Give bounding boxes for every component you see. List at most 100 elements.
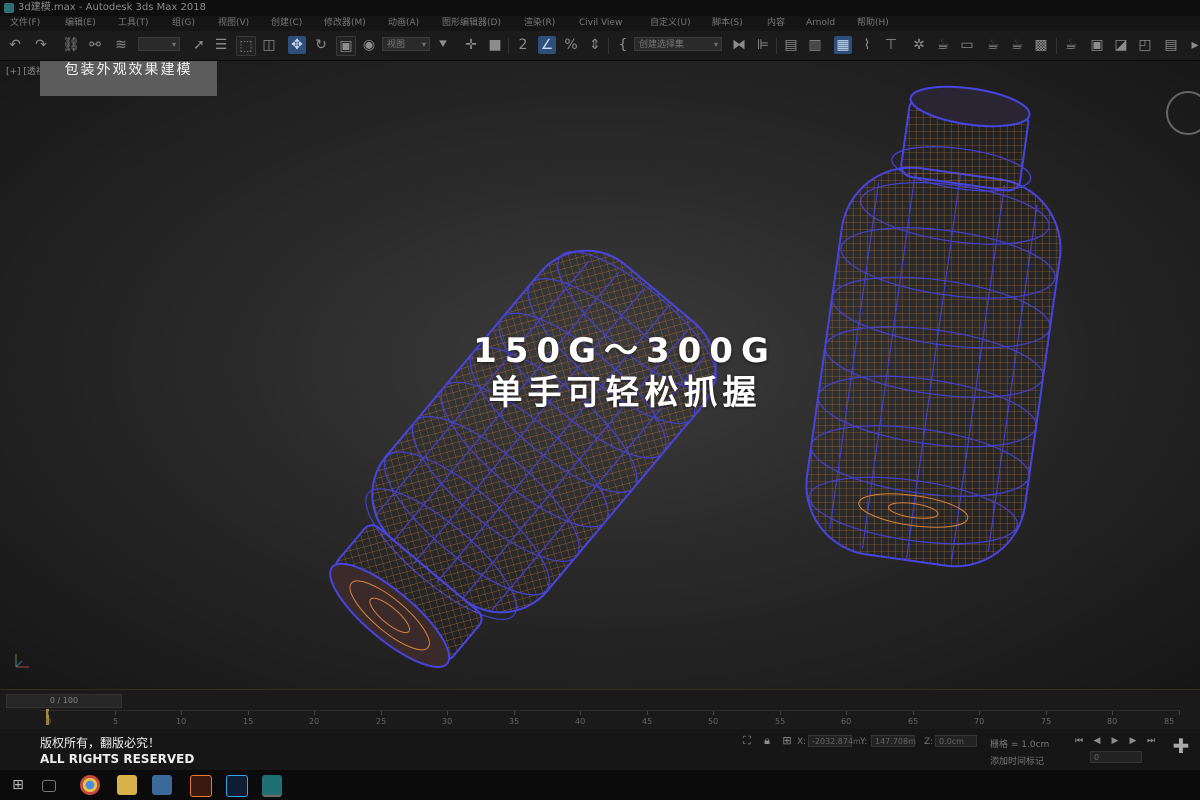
y-coordinate-field[interactable]: 147.708m xyxy=(871,735,916,747)
toggle-layer-explorer-icon[interactable]: ▥ xyxy=(806,36,824,54)
undo-icon[interactable]: ↶ xyxy=(6,36,24,54)
select-object-icon[interactable]: ➚ xyxy=(190,36,208,54)
windows-taskbar: ⊞ xyxy=(0,770,1200,800)
status-bar: 版权所有，翻版必究！ ALL RIGHTS RESERVED ⛶ 🔒︎ ⊞ X:… xyxy=(0,729,1200,770)
illustrator-icon[interactable] xyxy=(190,775,212,797)
rectangular-selection-icon[interactable]: ⬚ xyxy=(236,36,256,56)
tick-label: 50 xyxy=(708,717,719,726)
toggle-ribbon-icon[interactable]: ▦ xyxy=(834,36,852,54)
3dsmax-icon[interactable] xyxy=(262,775,282,797)
time-slider[interactable]: 0 / 100 xyxy=(6,694,122,708)
more-tools-icon[interactable]: ▸ xyxy=(1186,36,1200,54)
menu-tools[interactable]: 工具(T) xyxy=(118,16,149,31)
render-production-icon[interactable]: ☕ xyxy=(984,36,1002,54)
play-icon[interactable]: ▶ xyxy=(1106,732,1124,750)
workspace-icon[interactable]: ▤ xyxy=(1162,36,1180,54)
arnold-render-icon[interactable]: ☕ xyxy=(1062,36,1080,54)
pivot-center-icon[interactable]: ⯆ xyxy=(434,36,452,54)
menu-views[interactable]: 视图(V) xyxy=(218,16,249,31)
tick-label: 55 xyxy=(775,717,786,726)
menu-customize[interactable]: 自定义(U) xyxy=(650,16,691,31)
menu-bar: 文件(F) 编辑(E) 工具(T) 组(G) 视图(V) 创建(C) 修改器(M… xyxy=(0,16,1200,31)
copyright-notice: 版权所有，翻版必究！ ALL RIGHTS RESERVED xyxy=(40,735,194,767)
select-move-icon[interactable]: ✥ xyxy=(288,36,306,54)
spinner-snap-icon[interactable]: ⇕ xyxy=(586,36,604,54)
tick-label: 15 xyxy=(243,717,254,726)
window-crossing-icon[interactable]: ◫ xyxy=(260,36,278,54)
menu-civil-view[interactable]: Civil View xyxy=(579,16,622,31)
select-manipulate-icon[interactable]: ✛ xyxy=(462,36,480,54)
menu-scripting[interactable]: 脚本(S) xyxy=(712,16,743,31)
menu-file[interactable]: 文件(F) xyxy=(10,16,40,31)
next-frame-icon[interactable]: ▶ xyxy=(1124,732,1142,750)
select-rotate-icon[interactable]: ↻ xyxy=(312,36,330,54)
named-selection-dropdown[interactable]: 创建选择集 xyxy=(634,37,722,52)
link-icon[interactable]: ⛓ xyxy=(62,36,80,54)
tick-label: 45 xyxy=(642,717,653,726)
menu-arnold[interactable]: Arnold xyxy=(806,16,835,31)
tick-label: 75 xyxy=(1041,717,1052,726)
zoom-extents-icon[interactable]: ✚ xyxy=(1172,736,1190,756)
edit-named-selection-icon[interactable]: { xyxy=(614,36,632,54)
angle-snap-icon[interactable]: ∠ xyxy=(538,36,556,54)
select-by-name-icon[interactable]: ☰ xyxy=(212,36,230,54)
render-in-cloud-icon[interactable]: ▩ xyxy=(1032,36,1050,54)
menu-rendering[interactable]: 渲染(R) xyxy=(524,16,555,31)
transform-mode-icon[interactable]: ⊞ xyxy=(778,732,796,750)
arnold-options-icon[interactable]: ◰ xyxy=(1136,36,1154,54)
toggle-scene-explorer-icon[interactable]: ▤ xyxy=(782,36,800,54)
x-coordinate-field[interactable]: -2032.874m xyxy=(808,735,861,747)
keyboard-shortcut-icon[interactable]: ■ xyxy=(486,36,504,54)
isolate-selection-icon[interactable]: ⛶ xyxy=(738,732,756,750)
menu-content[interactable]: 内容 xyxy=(767,16,785,31)
jar-wireframe-tilted[interactable] xyxy=(294,226,740,689)
reference-coordinate-dropdown[interactable]: 视图 xyxy=(382,37,430,52)
render-setup-icon[interactable]: ☕ xyxy=(934,36,952,54)
menu-group[interactable]: 组(G) xyxy=(172,16,195,31)
window-title: 3d建模.max - Autodesk 3ds Max 2018 xyxy=(18,2,206,13)
lock-selection-icon[interactable]: 🔒︎ xyxy=(758,732,776,750)
track-bar[interactable]: 0 5 10 15 20 25 30 35 40 45 50 55 60 65 … xyxy=(40,709,1180,729)
selection-filter-dropdown[interactable] xyxy=(138,37,180,52)
curve-editor-icon[interactable]: ⌇ xyxy=(858,36,876,54)
file-explorer-icon[interactable] xyxy=(117,775,137,795)
menu-edit[interactable]: 编辑(E) xyxy=(65,16,96,31)
menu-help[interactable]: 帮助(H) xyxy=(857,16,889,31)
unlink-icon[interactable]: ⚯ xyxy=(86,36,104,54)
mirror-icon[interactable]: ⧓ xyxy=(730,36,748,54)
task-view-icon[interactable] xyxy=(42,780,56,792)
percent-snap-icon[interactable]: % xyxy=(562,36,580,54)
z-coordinate-field[interactable]: 0.0cm xyxy=(935,735,977,747)
material-editor-icon[interactable]: ✲ xyxy=(910,36,928,54)
windows-start-icon[interactable]: ⊞ xyxy=(8,775,28,795)
schematic-view-icon[interactable]: ⊤ xyxy=(882,36,900,54)
frame-counter: 0 / 100 xyxy=(49,696,79,705)
menu-graph-editors[interactable]: 图形编辑器(D) xyxy=(442,16,501,31)
arnold-viewer-icon[interactable]: ▣ xyxy=(1088,36,1106,54)
perspective-viewport[interactable]: [+] [透视] 包装外观效果建模 150G～300G 单手可轻松抓握 xyxy=(0,61,1200,689)
mail-icon[interactable] xyxy=(152,775,172,795)
rendered-frame-window-icon[interactable]: ▭ xyxy=(958,36,976,54)
select-scale-icon[interactable]: ▣ xyxy=(336,36,356,56)
go-to-end-icon[interactable]: ⏭ xyxy=(1142,732,1160,750)
chrome-icon[interactable] xyxy=(80,775,100,795)
redo-icon[interactable]: ↷ xyxy=(32,36,50,54)
menu-create[interactable]: 创建(C) xyxy=(271,16,302,31)
tick-label: 0 xyxy=(46,717,52,726)
place-icon[interactable]: ◉ xyxy=(360,36,378,54)
current-frame-field[interactable]: 0 xyxy=(1090,751,1142,763)
go-to-start-icon[interactable]: ⏮ xyxy=(1070,732,1088,750)
menu-modifiers[interactable]: 修改器(M) xyxy=(324,16,366,31)
x-label: X: xyxy=(797,737,807,747)
photoshop-icon[interactable] xyxy=(226,775,248,797)
render-iterative-icon[interactable]: ☕ xyxy=(1008,36,1026,54)
add-time-tag[interactable]: 添加时间标记 xyxy=(990,754,1044,767)
grid-size-text: 栅格 = 1.0cm xyxy=(990,740,1050,750)
tick-label: 10 xyxy=(176,717,187,726)
menu-animation[interactable]: 动画(A) xyxy=(388,16,419,31)
snaps-toggle-icon[interactable]: 2 xyxy=(514,36,532,54)
align-icon[interactable]: ⊫ xyxy=(754,36,772,54)
arnold-light-icon[interactable]: ◪ xyxy=(1112,36,1130,54)
previous-frame-icon[interactable]: ◀ xyxy=(1088,732,1106,750)
bind-space-warp-icon[interactable]: ≋ xyxy=(112,36,130,54)
